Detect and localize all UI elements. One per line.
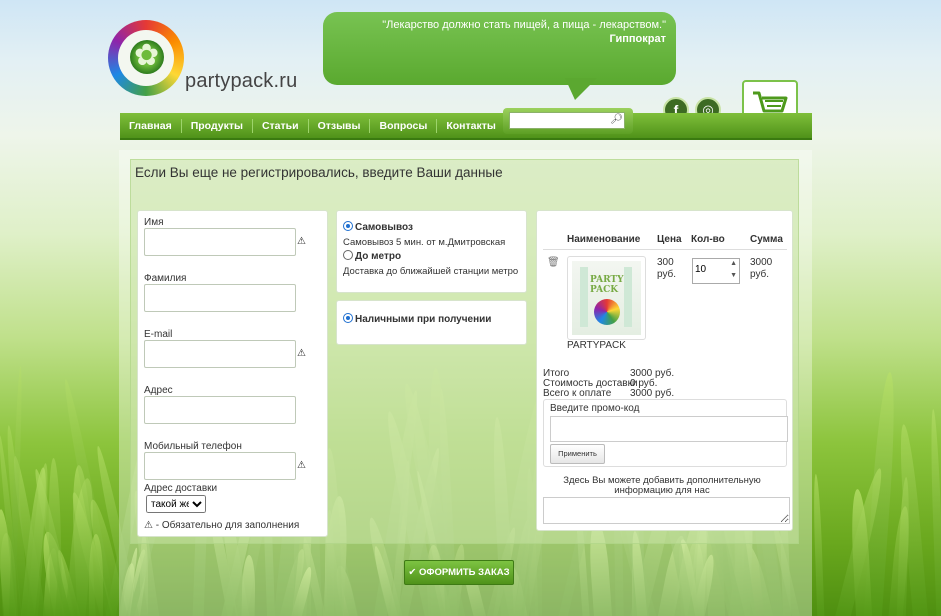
pickup-description: Самовывоз 5 мин. от м.Дмитровская (343, 237, 506, 248)
grass-blade (0, 435, 23, 616)
required-warning-icon: ⚠ (297, 348, 306, 359)
delivery-option-pickup[interactable]: Самовывоз (343, 221, 413, 233)
grass-blade (54, 549, 83, 616)
name-label: Имя (144, 217, 164, 228)
grass-blade (9, 455, 48, 616)
delivery-option-metro[interactable]: До метро (343, 250, 401, 262)
quote-text: "Лекарство должно стать пищей, а пища - … (382, 19, 666, 31)
nav-item-home[interactable]: Главная (120, 118, 182, 133)
page-title: Если Вы еще не регистрировались, введите… (135, 165, 503, 180)
promo-label: Введите промо-код (550, 403, 640, 414)
nav-item-reviews[interactable]: Отзывы (309, 118, 371, 133)
grass-blade (67, 490, 116, 616)
radio-metro[interactable] (343, 250, 353, 260)
radio-pickup[interactable] (343, 221, 353, 231)
grass-blade (0, 508, 18, 616)
quantity-stepper[interactable]: ▲ ▼ (692, 258, 740, 284)
comment-textarea[interactable] (543, 497, 790, 524)
grass-blade (47, 457, 63, 616)
address-label: Адрес (144, 385, 173, 396)
customer-form-panel: Имя ⚠ Фамилия E-mail ⚠ Адрес Мобильный т… (137, 210, 328, 537)
logo-text: partypack.ru (185, 70, 298, 92)
grass-blade (60, 378, 119, 616)
payment-panel: Наличными при получении (336, 300, 527, 345)
phone-label: Мобильный телефон (144, 441, 242, 452)
col-header-qty: Кол-во (691, 234, 725, 245)
grass-blade (19, 466, 51, 616)
email-field[interactable] (144, 340, 296, 368)
col-header-sum: Сумма (750, 234, 783, 245)
grass-blade (89, 534, 103, 616)
col-header-name: Наименование (567, 234, 641, 245)
quote-bubble-tail (565, 78, 597, 100)
place-order-button[interactable]: ✔ ОФОРМИТЬ ЗАКАЗ (404, 560, 514, 585)
required-warning-icon: ⚠ (297, 460, 306, 471)
col-header-price: Цена (657, 234, 682, 245)
quote-author: Гиппократ (609, 33, 666, 45)
search-box: 🔎︎ (503, 108, 633, 134)
grass-blade (69, 464, 97, 616)
quote-bubble: "Лекарство должно стать пищей, а пища - … (323, 12, 676, 85)
product-sum: 3000 руб. (750, 257, 773, 280)
address-field[interactable] (144, 396, 296, 424)
qty-up-icon[interactable]: ▲ (730, 260, 737, 267)
required-note: ⚠ - Обязательно для заполнения (144, 520, 299, 531)
grass-blade (4, 424, 31, 616)
grass-blade (38, 530, 75, 616)
grass-blade (31, 467, 77, 616)
logo-flower-icon (130, 38, 164, 74)
nav-item-products[interactable]: Продукты (182, 118, 253, 133)
grass-blade (42, 547, 60, 616)
product-name: PARTYPACK (567, 340, 626, 351)
nav-item-articles[interactable]: Статьи (253, 118, 309, 133)
delivery-address-label: Адрес доставки (144, 483, 218, 494)
surname-field[interactable] (144, 284, 296, 312)
grass-blade (8, 365, 24, 616)
search-input[interactable] (509, 112, 625, 129)
delivery-panel: Самовывоз Самовывоз 5 мин. от м.Дмитровс… (336, 210, 527, 293)
product-logo-icon (594, 299, 620, 325)
quantity-input[interactable] (695, 264, 725, 275)
product-image: PARTY PACK (567, 256, 646, 340)
required-warning-icon: ⚠ (297, 236, 306, 247)
search-icon[interactable]: 🔎︎ (610, 114, 623, 125)
promo-box: Введите промо-код Применить (543, 399, 788, 467)
grass-blade (929, 408, 941, 616)
cart-panel: Наименование Цена Кол-во Сумма 🗑︎ PARTY … (536, 210, 793, 531)
warning-icon: ⚠ (144, 520, 153, 531)
product-image-caption: PARTY PACK (590, 275, 624, 295)
grass-blade (0, 532, 19, 616)
grass-blade (896, 476, 911, 616)
grass-blade (64, 477, 98, 616)
grass-blade (25, 462, 52, 616)
delivery-address-select[interactable]: такой же (146, 495, 206, 513)
header-divider (543, 249, 787, 250)
grass-blade (863, 371, 899, 616)
required-note-text: - Обязательно для заполнения (155, 520, 300, 531)
qty-down-icon[interactable]: ▼ (730, 272, 737, 279)
promo-code-input[interactable] (550, 416, 788, 442)
apply-promo-button[interactable]: Применить (550, 444, 605, 464)
grass-blade (849, 488, 873, 616)
nav-item-faq[interactable]: Вопросы (370, 118, 438, 133)
phone-field[interactable] (144, 452, 296, 480)
grass-blade (812, 473, 825, 616)
nav-item-contacts[interactable]: Контакты (437, 119, 505, 133)
grass-blade (833, 466, 888, 616)
grass-blade (887, 505, 913, 616)
comment-label: Здесь Вы можете добавить дополнительную … (563, 475, 761, 496)
main-nav: Главная Продукты Статьи Отзывы Вопросы К… (120, 113, 812, 140)
metro-description: Доставка до ближайшей станции метро (343, 266, 519, 277)
name-field[interactable] (144, 228, 296, 256)
trash-icon[interactable]: 🗑︎ (547, 257, 560, 269)
surname-label: Фамилия (144, 273, 187, 284)
payment-option-cash[interactable]: Наличными при получении (343, 313, 491, 325)
radio-cash[interactable] (343, 313, 353, 323)
email-label: E-mail (144, 329, 173, 340)
product-price: 300 руб. (657, 257, 677, 280)
grass-blade (896, 423, 929, 616)
site-logo[interactable]: partypack.ru (108, 20, 308, 100)
